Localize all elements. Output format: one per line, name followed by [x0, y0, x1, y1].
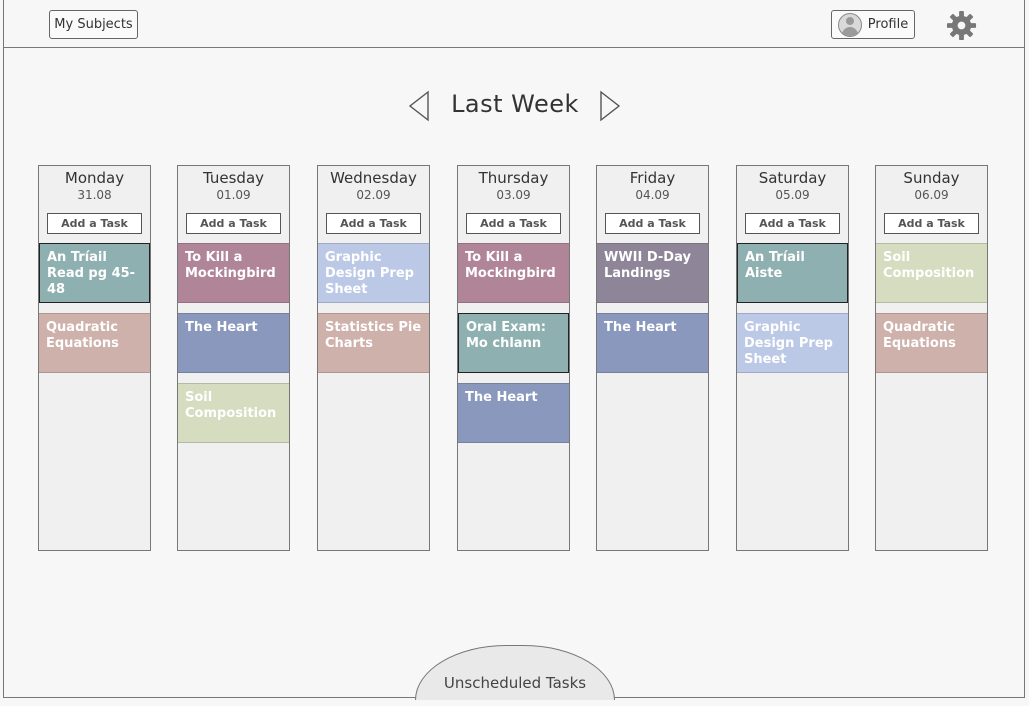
task-card[interactable]: Graphic Design Prep Sheet [318, 243, 429, 303]
task-card[interactable]: An Tríail Aiste [737, 243, 848, 303]
task-card[interactable]: Oral Exam: Mo chlann [458, 313, 569, 373]
week-navigator: Last Week [0, 84, 1029, 128]
day-name: Thursday [478, 169, 549, 187]
task-card[interactable]: Statistics Pie Charts [318, 313, 429, 373]
day-date: 05.09 [775, 188, 810, 202]
task-card[interactable]: Soil Composition [876, 243, 987, 303]
day-date: 02.09 [356, 188, 391, 202]
day-date: 04.09 [635, 188, 670, 202]
add-task-button[interactable]: Add a Task [466, 213, 561, 234]
day-name: Friday [629, 169, 676, 187]
task-card[interactable]: WWII D-Day Landings [597, 243, 708, 303]
add-task-button[interactable]: Add a Task [326, 213, 421, 234]
avatar-icon [837, 12, 862, 37]
day-column-sunday: Sunday 06.09 Add a Task Soil Composition… [875, 165, 988, 551]
task-card[interactable]: An Tríail Read pg 45-48 [39, 243, 150, 303]
day-name: Sunday [903, 169, 960, 187]
day-date: 03.09 [496, 188, 531, 202]
profile-button[interactable]: Profile [831, 10, 915, 39]
task-card[interactable]: Graphic Design Prep Sheet [737, 313, 848, 373]
day-date: 31.08 [77, 188, 112, 202]
task-card[interactable]: Soil Composition [178, 383, 289, 443]
task-card[interactable]: To Kill a Mockingbird [458, 243, 569, 303]
my-subjects-label: My Subjects [54, 17, 133, 32]
add-task-button[interactable]: Add a Task [745, 213, 840, 234]
task-card[interactable]: The Heart [458, 383, 569, 443]
add-task-button[interactable]: Add a Task [47, 213, 142, 234]
day-column-monday: Monday 31.08 Add a Task An Tríail Read p… [38, 165, 151, 551]
task-card[interactable]: Quadratic Equations [39, 313, 150, 373]
day-name: Monday [64, 169, 125, 187]
task-card[interactable]: Quadratic Equations [876, 313, 987, 373]
day-date: 06.09 [914, 188, 949, 202]
day-column-wednesday: Wednesday 02.09 Add a Task Graphic Desig… [317, 165, 430, 551]
task-card[interactable]: The Heart [178, 313, 289, 373]
profile-label: Profile [867, 17, 909, 32]
day-column-thursday: Thursday 03.09 Add a Task To Kill a Mock… [457, 165, 570, 551]
my-subjects-button[interactable]: My Subjects [49, 10, 138, 39]
add-task-button[interactable]: Add a Task [605, 213, 700, 234]
gear-icon[interactable] [946, 10, 977, 41]
task-card[interactable]: The Heart [597, 313, 708, 373]
week-title: Last Week [451, 90, 579, 118]
day-column-tuesday: Tuesday 01.09 Add a Task To Kill a Mocki… [177, 165, 290, 551]
day-date: 01.09 [216, 188, 251, 202]
unscheduled-tasks-label: Unscheduled Tasks [443, 674, 587, 692]
day-name: Saturday [758, 169, 827, 187]
day-name: Wednesday [330, 169, 417, 187]
task-card[interactable]: To Kill a Mockingbird [178, 243, 289, 303]
previous-week-arrow-icon[interactable] [407, 90, 431, 122]
add-task-button[interactable]: Add a Task [884, 213, 979, 234]
next-week-arrow-icon[interactable] [598, 90, 622, 122]
add-task-button[interactable]: Add a Task [186, 213, 281, 234]
day-name: Tuesday [202, 169, 265, 187]
day-column-friday: Friday 04.09 Add a Task WWII D-Day Landi… [596, 165, 709, 551]
day-column-saturday: Saturday 05.09 Add a Task An Tríail Aist… [736, 165, 849, 551]
